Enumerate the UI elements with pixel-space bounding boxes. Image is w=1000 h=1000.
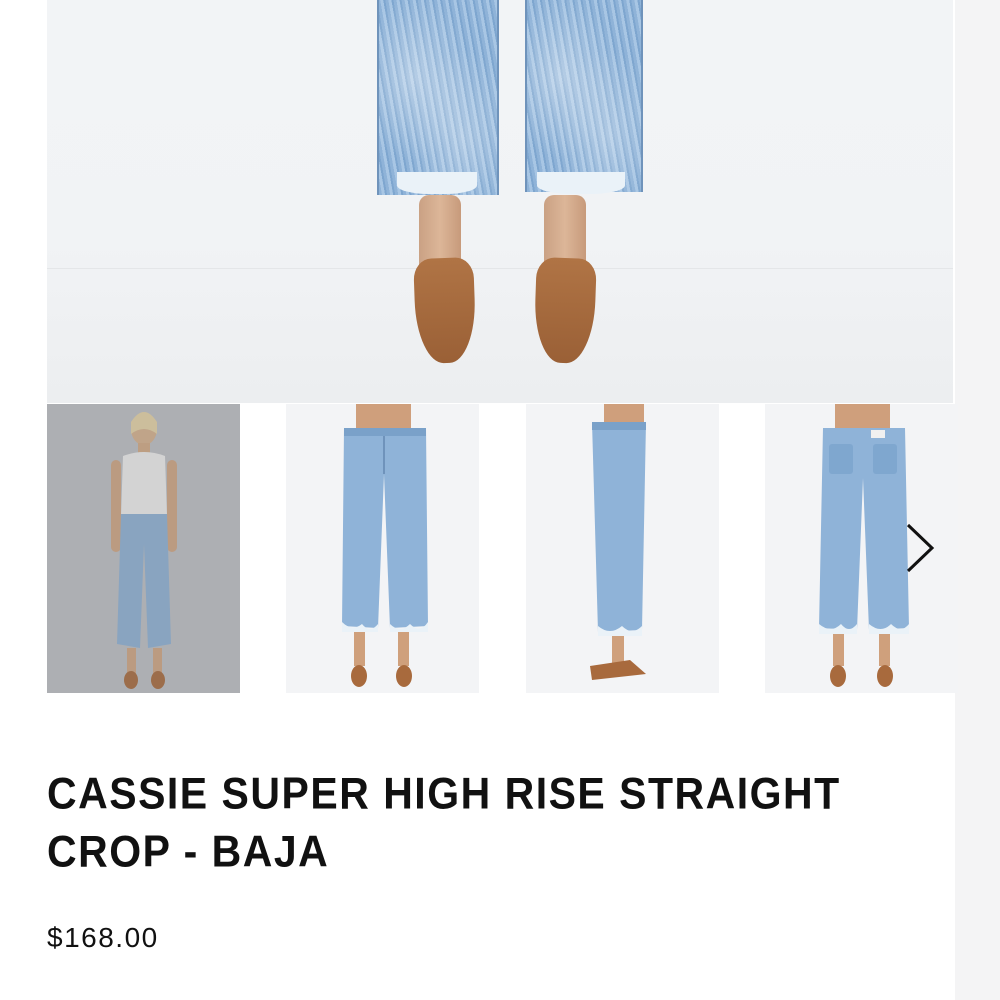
product-title: CASSIE SUPER HIGH RISE STRAIGHT CROP - B… xyxy=(47,768,841,877)
model-full-body-figure xyxy=(111,412,177,689)
thumbnail-front[interactable] xyxy=(286,404,479,693)
jeans-side-figure xyxy=(590,404,646,680)
gallery-next-button[interactable] xyxy=(895,518,943,578)
thumbnail-strip xyxy=(47,404,958,693)
chevron-right-icon xyxy=(906,523,935,573)
denim-leg-right xyxy=(525,0,643,192)
scrollbar-track[interactable] xyxy=(955,0,1000,1000)
jeans-front-figure xyxy=(342,404,428,687)
pump-shoe-left xyxy=(413,256,477,365)
product-price: $168.00 xyxy=(47,922,159,953)
pump-shoe-right xyxy=(533,256,597,365)
main-product-image[interactable] xyxy=(47,0,953,403)
thumbnail-side[interactable] xyxy=(526,404,719,693)
backdrop-floor-line xyxy=(47,268,953,269)
thumbnail-full-body[interactable] xyxy=(47,404,240,693)
distressed-hem-right xyxy=(537,172,625,194)
distressed-hem-left xyxy=(397,172,477,194)
denim-leg-left xyxy=(377,0,499,195)
